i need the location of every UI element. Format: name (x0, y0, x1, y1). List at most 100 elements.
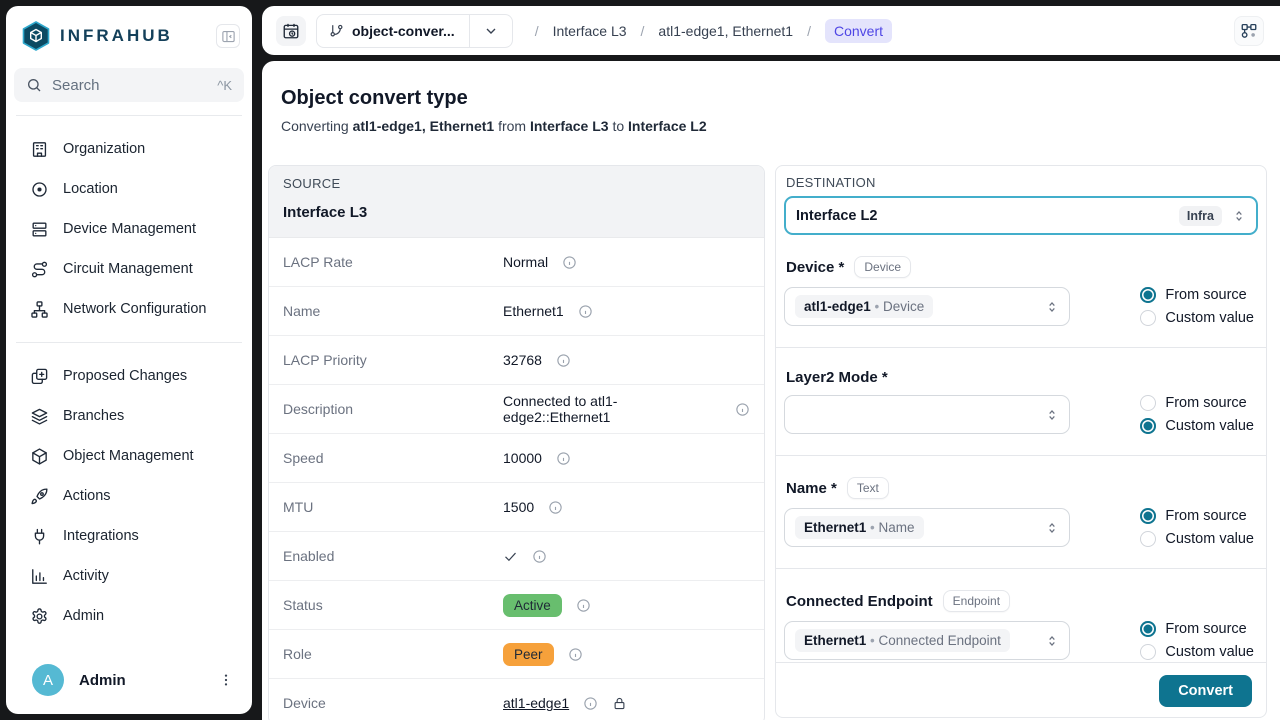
layer2-mode-select[interactable] (784, 395, 1070, 434)
source-eyebrow: SOURCE (283, 176, 750, 191)
field-kind-badge: Device (854, 256, 911, 278)
custom-value-radio[interactable]: Custom value (1140, 644, 1254, 660)
source-row-description: Description Connected to atl1-edge2::Eth… (269, 384, 764, 433)
source-row-status: Status Active (269, 580, 764, 629)
source-row-lacp-priority: LACP Priority 32768 (269, 335, 764, 384)
source-row-enabled: Enabled (269, 531, 764, 580)
breadcrumb: /Interface L3/atl1-edge1, Ethernet1/Conv… (535, 19, 892, 43)
destination-panel: DESTINATION Interface L2 Infra Device * … (775, 165, 1267, 718)
breadcrumb-item-convert[interactable]: Convert (825, 19, 892, 43)
chevrons-up-down-icon (1045, 634, 1059, 648)
page-title: Object convert type (281, 87, 1260, 110)
section-divider (776, 347, 1266, 348)
admin-icon (30, 607, 49, 626)
info-icon[interactable] (576, 598, 591, 613)
source-row-name: Name Ethernet1 (269, 286, 764, 335)
info-icon[interactable] (532, 549, 547, 564)
from-source-radio[interactable]: From source (1140, 395, 1254, 411)
info-icon[interactable] (556, 353, 571, 368)
sidebar-item-device-management[interactable]: Device Management (6, 209, 252, 249)
sidebar-item-organization[interactable]: Organization (6, 129, 252, 169)
from-source-radio[interactable]: From source (1140, 621, 1254, 637)
schema-icon (1240, 22, 1258, 40)
sidebar-item-label: Proposed Changes (63, 368, 187, 384)
connected-endpoint-select[interactable]: Ethernet1 • Connected Endpoint (784, 621, 1070, 660)
sidebar-item-network-configuration[interactable]: Network Configuration (6, 289, 252, 329)
radio-icon (1140, 508, 1156, 524)
branch-selector[interactable]: object-conver... (316, 14, 513, 48)
sidebar-item-label: Activity (63, 568, 109, 584)
sidebar-item-circuit-management[interactable]: Circuit Management (6, 249, 252, 289)
sidebar-item-label: Organization (63, 141, 145, 157)
info-icon[interactable] (578, 304, 593, 319)
info-icon[interactable] (548, 500, 563, 515)
user-row[interactable]: A Admin (6, 656, 252, 704)
destination-field-connected-endpoint: Connected Endpoint Endpoint Ethernet1 • … (784, 590, 1258, 660)
device-select[interactable]: atl1-edge1 • Device (784, 287, 1070, 326)
info-icon[interactable] (568, 647, 583, 662)
from-source-radio[interactable]: From source (1140, 287, 1254, 303)
breadcrumb-item-interface-l3[interactable]: Interface L3 (553, 23, 627, 39)
destination-field-name: Name * Text Ethernet1 • Name From source… (784, 477, 1258, 569)
search-icon (26, 77, 42, 93)
branch-name: object-conver... (352, 23, 455, 39)
source-row-device: Device atl1-edge1 (269, 678, 764, 720)
activity-icon (30, 567, 49, 586)
integrations-icon (30, 527, 49, 546)
sidebar-item-activity[interactable]: Activity (6, 556, 252, 596)
destination-type-select[interactable]: Interface L2 Infra (784, 196, 1258, 235)
breadcrumb-separator: / (535, 23, 539, 39)
sidebar-item-actions[interactable]: Actions (6, 476, 252, 516)
sidebar-divider (16, 115, 242, 116)
check-icon (503, 549, 518, 564)
namespace-badge: Infra (1179, 206, 1222, 226)
selected-value-chip: Ethernet1 • Name (795, 516, 924, 539)
info-icon[interactable] (735, 402, 750, 417)
chevrons-up-down-icon (1045, 408, 1059, 422)
info-icon[interactable] (556, 451, 571, 466)
destination-type-value: Interface L2 (796, 208, 1169, 224)
destination-field-device: Device * Device atl1-edge1 • Device From… (784, 256, 1258, 348)
sidebar-item-location[interactable]: Location (6, 169, 252, 209)
infrahub-logo-icon (20, 20, 52, 52)
attribute-label: Description (283, 401, 503, 417)
sidebar-item-label: Admin (63, 608, 104, 624)
sidebar-item-object-management[interactable]: Object Management (6, 436, 252, 476)
role-badge: Peer (503, 643, 554, 666)
panel-collapse-icon (221, 29, 236, 44)
custom-value-radio[interactable]: Custom value (1140, 310, 1254, 326)
sidebar-item-admin[interactable]: Admin (6, 596, 252, 636)
location-icon (30, 180, 49, 199)
time-travel-button[interactable] (276, 16, 306, 46)
actions-icon (30, 487, 49, 506)
attribute-value: 10000 (503, 450, 542, 466)
field-label: Name * (786, 480, 837, 497)
convert-row: Convert (776, 662, 1266, 707)
sidebar-item-proposed-changes[interactable]: Proposed Changes (6, 356, 252, 396)
selected-value-chip: atl1-edge1 • Device (795, 295, 933, 318)
from-source-radio[interactable]: From source (1140, 508, 1254, 524)
sidebar-item-branches[interactable]: Branches (6, 396, 252, 436)
sidebar-menu: Organization LocationDevice ManagementCir… (6, 129, 252, 636)
breadcrumb-item-atl1-edge1-ethernet1[interactable]: atl1-edge1, Ethernet1 (658, 23, 793, 39)
convert-button[interactable]: Convert (1159, 675, 1252, 707)
proposed-changes-icon (30, 367, 49, 386)
radio-icon (1140, 621, 1156, 637)
search-input[interactable]: Search ^K (14, 68, 244, 102)
user-menu-kebab-icon[interactable] (216, 668, 236, 692)
device-link[interactable]: atl1-edge1 (503, 695, 569, 711)
custom-value-radio[interactable]: Custom value (1140, 531, 1254, 547)
info-icon[interactable] (562, 255, 577, 270)
info-icon[interactable] (583, 696, 598, 711)
chevrons-up-down-icon (1045, 521, 1059, 535)
sidebar-item-label: Object Management (63, 448, 194, 464)
custom-value-radio[interactable]: Custom value (1140, 418, 1254, 434)
sidebar-collapse-button[interactable] (216, 24, 240, 48)
name-select[interactable]: Ethernet1 • Name (784, 508, 1070, 547)
lock-icon (612, 696, 627, 711)
sidebar-item-integrations[interactable]: Integrations (6, 516, 252, 556)
main-content: Object convert type Converting atl1-edge… (262, 61, 1280, 720)
source-row-role: Role Peer (269, 629, 764, 678)
schema-visualizer-button[interactable] (1234, 16, 1264, 46)
page-subtitle: Converting atl1-edge1, Ethernet1 from In… (281, 118, 1260, 134)
